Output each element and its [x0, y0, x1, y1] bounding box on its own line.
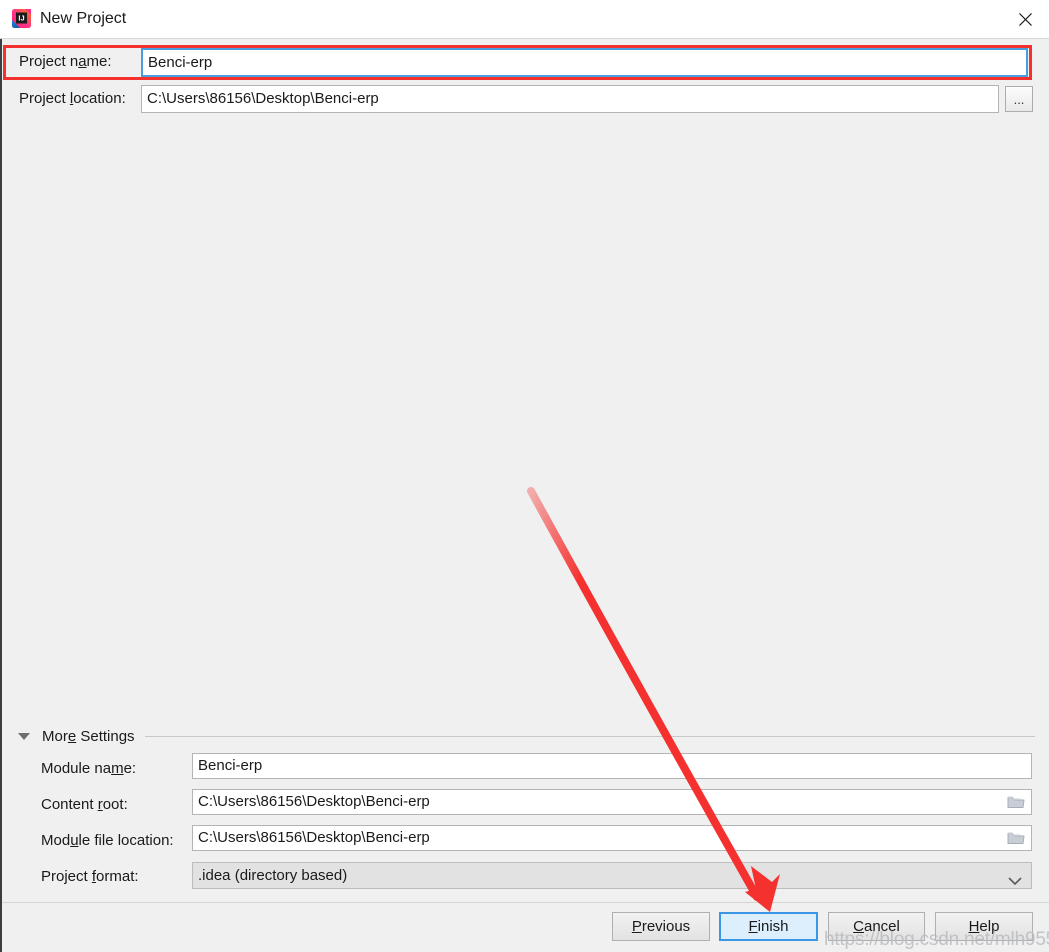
module-name-value: Benci-erp — [198, 757, 263, 774]
project-name-value: Benci-erp — [148, 53, 213, 71]
close-icon[interactable] — [1002, 0, 1049, 38]
project-location-input[interactable]: C:\Users\86156\Desktop\Benci-erp — [141, 85, 999, 113]
dialog-content — [0, 39, 1049, 912]
content-root-value: C:\Users\86156\Desktop\Benci-erp — [198, 793, 430, 810]
module-name-input[interactable]: Benci-erp — [192, 753, 1032, 779]
project-name-label: Project name: — [19, 53, 112, 70]
chevron-down-icon[interactable] — [18, 733, 30, 740]
cancel-button[interactable]: Cancel — [828, 912, 925, 941]
new-project-dialog: IJ New Project Project name: Benci-erp P… — [0, 0, 1049, 952]
folder-icon[interactable] — [1007, 795, 1025, 810]
chevron-down-icon[interactable] — [1008, 871, 1022, 885]
project-location-value: C:\Users\86156\Desktop\Benci-erp — [147, 90, 379, 107]
help-button-label: Help — [968, 918, 1000, 935]
module-name-label: Module name: — [41, 760, 137, 777]
more-settings-label: More Settings — [42, 728, 135, 745]
svg-text:IJ: IJ — [18, 14, 24, 23]
module-file-location-input[interactable]: C:\Users\86156\Desktop\Benci-erp — [192, 825, 1032, 851]
more-settings-header[interactable]: More Settings — [18, 726, 1035, 748]
project-location-label: Project location: — [19, 90, 126, 107]
project-name-input[interactable]: Benci-erp — [141, 48, 1028, 77]
module-file-location-label: Module file location: — [41, 832, 174, 849]
project-format-select[interactable]: .idea (directory based) — [192, 862, 1032, 889]
project-format-label: Project format: — [41, 868, 139, 885]
content-root-label: Content root: — [41, 796, 128, 813]
browse-location-label: ... — [1013, 91, 1025, 107]
module-file-location-value: C:\Users\86156\Desktop\Benci-erp — [198, 829, 430, 846]
cancel-button-label: Cancel — [853, 918, 900, 935]
project-format-value: .idea (directory based) — [198, 866, 348, 884]
more-settings-separator — [145, 736, 1035, 737]
previous-button-label: Previous — [631, 918, 691, 935]
folder-icon[interactable] — [1007, 831, 1025, 846]
intellij-idea-icon: IJ — [12, 9, 31, 28]
window-title: New Project — [40, 10, 127, 27]
help-button[interactable]: Help — [935, 912, 1033, 941]
finish-button-label: Finish — [748, 918, 789, 935]
content-root-input[interactable]: C:\Users\86156\Desktop\Benci-erp — [192, 789, 1032, 815]
bottom-separator — [2, 902, 1049, 903]
title-bar: IJ New Project — [0, 0, 1049, 39]
browse-location-button[interactable]: ... — [1005, 86, 1033, 112]
finish-button[interactable]: Finish — [719, 912, 818, 941]
previous-button[interactable]: Previous — [612, 912, 710, 941]
dialog-left-border — [0, 39, 2, 952]
